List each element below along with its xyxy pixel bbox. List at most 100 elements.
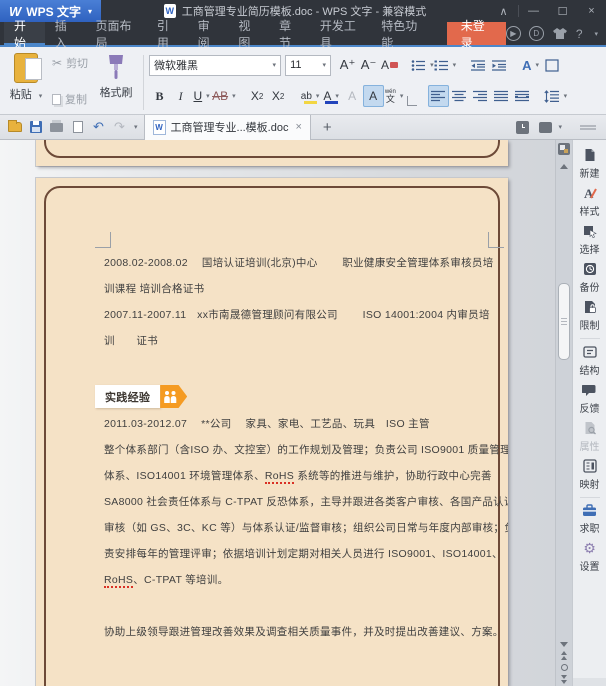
maximize-button[interactable]: ☐	[548, 0, 577, 22]
vertical-scrollbar[interactable]	[555, 140, 572, 686]
scroll-up-arrow[interactable]	[560, 164, 568, 169]
tab-section[interactable]: 章节	[269, 19, 310, 50]
line-spacing-icon	[543, 89, 559, 103]
sidebar-item-job-search[interactable]: 求职	[580, 504, 600, 535]
print-button[interactable]	[46, 117, 67, 138]
font-color-button[interactable]: A ▾	[321, 85, 342, 107]
character-border-button[interactable]: A	[362, 85, 384, 107]
bold-button[interactable]: B	[149, 85, 170, 107]
underline-button[interactable]: U ▾	[191, 85, 212, 107]
align-right-button[interactable]	[470, 85, 491, 107]
section-header-practice: 实践经验	[95, 385, 496, 408]
text-effects-button[interactable]: A ▾	[520, 54, 541, 76]
numbered-list-button[interactable]: ▾	[434, 54, 456, 76]
align-left-button[interactable]	[427, 85, 449, 107]
tab-view[interactable]: 视图	[228, 19, 269, 50]
format-painter-button[interactable]: 格式刷	[94, 53, 138, 112]
page-2[interactable]: 2008.02-2008.02 国培认证培训(北京)中心 职业健康安全管理体系审…	[36, 178, 508, 686]
save-button[interactable]	[25, 117, 46, 138]
paste-dropdown-icon[interactable]: ▾	[39, 93, 43, 100]
sidebar-bottom-strip	[572, 678, 606, 686]
character-shading-button[interactable]: A	[342, 85, 363, 107]
document-workspace[interactable]: 2008.02-2008.02 国培认证培训(北京)中心 职业健康安全管理体系审…	[0, 140, 555, 686]
tab-insert[interactable]: 插入	[45, 19, 86, 50]
justify-button[interactable]	[491, 85, 512, 107]
skin-tshirt-icon[interactable]	[552, 27, 568, 40]
next-page-button[interactable]	[561, 675, 567, 684]
collapse-ribbon-button[interactable]: ∧	[489, 0, 518, 22]
clear-formatting-button[interactable]: A	[379, 54, 400, 76]
help-dropdown-icon[interactable]: ▾	[595, 30, 599, 38]
tab-special-features[interactable]: 特色功能	[371, 19, 432, 50]
tab-list-button[interactable]: ▾	[539, 121, 562, 133]
decrease-indent-button[interactable]	[467, 54, 488, 76]
strikethrough-button[interactable]: AB ▾	[212, 85, 236, 107]
chevron-down-icon: ▾	[335, 93, 339, 100]
line-spacing-button[interactable]: ▾	[543, 85, 567, 107]
new-tab-button[interactable]: +	[311, 119, 344, 136]
subscript-button[interactable]: X2	[268, 85, 289, 107]
italic-button[interactable]: I	[170, 85, 191, 107]
sidebar-item-restrict[interactable]: 限制	[580, 300, 600, 332]
paragraph-layout-button-clipped[interactable]	[541, 54, 562, 76]
increase-indent-button[interactable]	[488, 54, 509, 76]
sidebar-item-label: 结构	[579, 366, 600, 377]
scrollbar-thumb[interactable]	[558, 283, 570, 360]
sidebar-item-structure[interactable]: 结构	[580, 345, 600, 377]
tab-developer[interactable]: 开发工具	[310, 19, 371, 50]
training-line: 2007.11-2007.11 xx市南晟德管理顾问有限公司 ISO 14001…	[104, 309, 490, 321]
print-preview-button[interactable]	[67, 117, 88, 138]
recent-documents-icon[interactable]	[516, 120, 530, 134]
font-size-select[interactable]: 11 ▾	[285, 54, 332, 76]
scroll-down-arrow[interactable]	[560, 642, 568, 647]
document-tab-icon: W	[152, 119, 166, 135]
select-browse-object-button[interactable]	[560, 664, 568, 671]
minimize-button[interactable]: —	[519, 0, 548, 22]
phonetic-guide-button[interactable]: wén 文 ▾	[384, 85, 405, 107]
pinyin-bottom: 文	[385, 93, 395, 104]
undo-history-dropdown-icon[interactable]: ▾	[134, 123, 138, 131]
paste-button[interactable]: 粘贴 ▾	[6, 53, 46, 112]
previous-page-button[interactable]	[561, 651, 567, 660]
increase-indent-icon	[491, 59, 506, 71]
tab-page-layout[interactable]: 页面布局	[85, 19, 146, 50]
sidebar-item-feedback[interactable]: 反馈	[580, 383, 600, 415]
align-center-button[interactable]	[449, 85, 470, 107]
grow-font-button[interactable]: A⁺	[337, 54, 358, 76]
login-button[interactable]: 未登录	[446, 19, 506, 50]
distribute-button[interactable]	[512, 85, 533, 107]
home-ribbon-toolbar: 粘贴 ▾ ✂ 剪切 复制 格式刷 微软雅黑 ▾ 11 ▾ A⁺ A⁻ A ▾ ▾…	[0, 47, 606, 115]
superscript-button[interactable]: X2	[247, 85, 268, 107]
sidebar-item-settings[interactable]: ⚙ 设置	[580, 541, 600, 573]
font-name-select[interactable]: 微软雅黑 ▾	[149, 54, 282, 76]
page-1-bottom[interactable]	[36, 140, 508, 166]
document-tab-close-icon[interactable]: ×	[295, 121, 301, 133]
ruler-toggle-icon[interactable]	[558, 143, 570, 155]
chevron-down-icon: ▾	[322, 62, 327, 69]
bullet-list-button[interactable]: ▾	[411, 54, 434, 76]
help-icon[interactable]: ?	[576, 27, 583, 41]
document-text[interactable]: 2008.02-2008.02 国培认证培训(北京)中心 职业健康安全管理体系审…	[95, 250, 508, 645]
close-button[interactable]: ×	[577, 0, 606, 22]
sidebar-item-mapping[interactable]: 映射	[580, 459, 600, 491]
tab-references[interactable]: 引用	[147, 19, 188, 50]
document-tab[interactable]: W 工商管理专业...模板.doc ×	[143, 114, 311, 140]
font-paragraph-groups: 微软雅黑 ▾ 11 ▾ A⁺ A⁻ A ▾ ▾ A ▾ B I U ▾ AB ▾…	[149, 53, 602, 112]
open-file-button[interactable]	[4, 117, 25, 138]
sidebar-item-select[interactable]: 选择	[580, 224, 600, 256]
tab-home[interactable]: 开始	[4, 19, 45, 50]
sidebar-item-styles[interactable]: A 样式	[580, 186, 600, 218]
docer-icon[interactable]: D	[528, 26, 544, 41]
cut-button[interactable]: ✂ 剪切	[52, 55, 88, 71]
sidebar-item-new[interactable]: 新建	[580, 148, 600, 180]
font-dialog-launcher[interactable]	[406, 96, 417, 106]
highlight-button[interactable]: ab ▾	[300, 85, 321, 107]
copy-button[interactable]: 复制	[52, 91, 88, 107]
sidebar-item-backup[interactable]: 备份	[580, 262, 600, 294]
text-effects-letter: A	[522, 57, 532, 73]
play-circle-icon[interactable]: ▶	[505, 26, 521, 41]
redo-button[interactable]: ↷	[109, 117, 130, 138]
undo-button[interactable]: ↶	[88, 117, 109, 138]
shrink-font-button[interactable]: A⁻	[358, 54, 379, 76]
tab-review[interactable]: 审阅	[188, 19, 229, 50]
